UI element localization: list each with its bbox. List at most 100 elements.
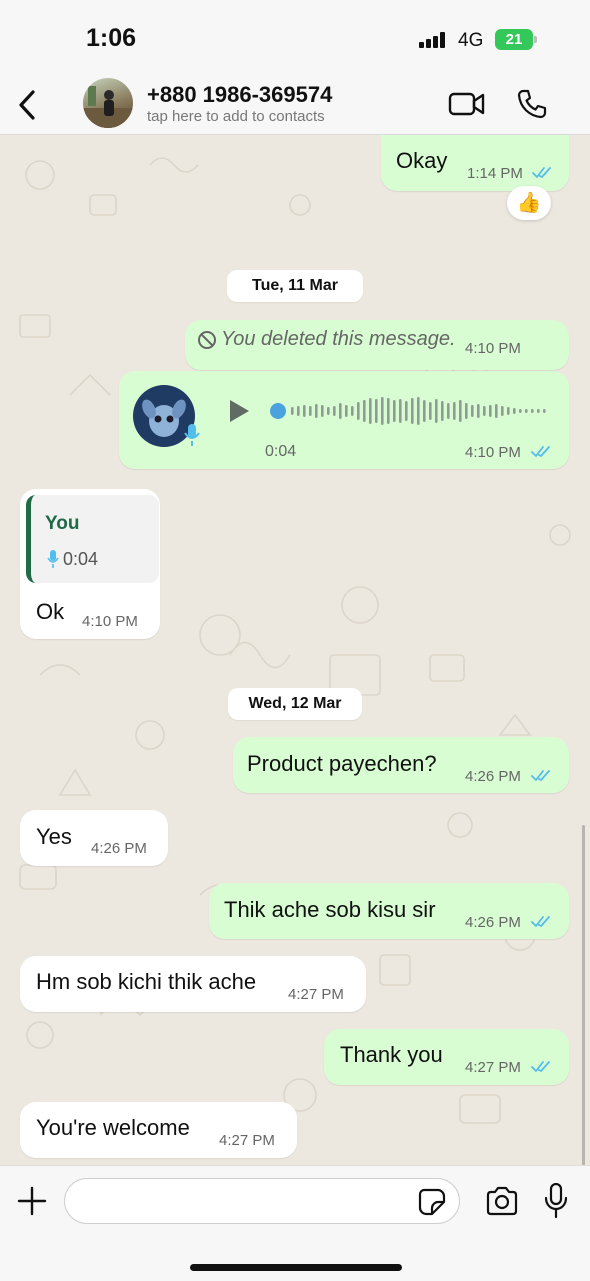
waveform-bar [339, 403, 342, 419]
message-composer [0, 1165, 590, 1281]
waveform-bar [495, 404, 498, 418]
voice-duration: 0:04 [265, 443, 297, 460]
contact-subtitle[interactable]: tap here to add to contacts [147, 108, 325, 125]
message-time: 4:26 PM [465, 768, 521, 785]
read-double-check-icon [531, 916, 550, 927]
waveform-bar [333, 406, 336, 416]
sticker-icon[interactable] [418, 1188, 446, 1216]
outgoing-message[interactable]: Thank you 4:27 PM [324, 1029, 569, 1085]
waveform-bar [327, 407, 330, 415]
message-input[interactable] [64, 1178, 460, 1224]
outgoing-message[interactable]: Thik ache sob kisu sir 4:26 PM [209, 883, 569, 939]
waveform-bar [357, 402, 360, 420]
message-text: Yes [36, 824, 72, 849]
waveform-bar [531, 409, 534, 413]
incoming-message[interactable]: Yes 4:26 PM [20, 810, 168, 866]
waveform-bar [381, 397, 384, 425]
waveform-bar [465, 403, 468, 419]
date-divider: Tue, 11 Mar [227, 270, 363, 302]
video-call-icon[interactable] [448, 90, 486, 118]
message-time: 1:14 PM [467, 165, 523, 182]
message-text: Ok [36, 599, 65, 624]
outgoing-message-okay[interactable]: Okay 1:14 PM [381, 135, 569, 191]
waveform-bar [405, 401, 408, 421]
waveform-bar [315, 404, 318, 418]
person-photo-icon [83, 86, 133, 128]
incoming-message[interactable]: You're welcome 4:27 PM [20, 1102, 297, 1158]
play-icon[interactable] [227, 399, 251, 423]
message-time: 4:27 PM [288, 986, 344, 1003]
home-indicator [190, 1264, 402, 1271]
waveform-bar [525, 409, 528, 413]
waveform-bar [543, 409, 546, 413]
message-time: 4:27 PM [465, 1059, 521, 1076]
message-text: You're welcome [36, 1115, 190, 1140]
waveform-bar [453, 402, 456, 420]
waveform-bar [435, 399, 438, 423]
mic-badge-icon [184, 424, 200, 446]
battery-level: 21 [505, 31, 523, 48]
date-divider: Wed, 12 Mar [228, 688, 362, 720]
waveform-bar [297, 406, 300, 416]
quote-author: You [45, 513, 80, 534]
incoming-message[interactable]: Hm sob kichi thik ache 4:27 PM [20, 956, 366, 1012]
waveform-bar [417, 397, 420, 425]
read-double-check-icon [532, 167, 551, 178]
waveform-bar [303, 405, 306, 417]
waveform-bar [519, 409, 522, 413]
waveform-bar [447, 403, 450, 419]
waveform-bar [399, 399, 402, 423]
read-double-check-icon [531, 446, 550, 457]
waveform-bar [291, 407, 294, 415]
waveform-bar [423, 400, 426, 422]
status-bar: 1:06 4G 21 [0, 0, 590, 76]
message-text: Thank you [340, 1042, 443, 1067]
thumbs-up-reaction[interactable]: 👍 [507, 186, 551, 220]
phone-call-icon[interactable] [516, 88, 548, 120]
message-text: Thik ache sob kisu sir [224, 897, 436, 922]
microphone-icon[interactable] [543, 1183, 569, 1219]
battery-icon: 21 [495, 29, 537, 50]
waveform-bar [393, 400, 396, 422]
deleted-text: You deleted this message. [221, 328, 456, 350]
read-double-check-icon [531, 1061, 550, 1072]
deleted-block-icon [198, 331, 216, 349]
deleted-message[interactable]: You deleted this message. 4:10 PM [185, 320, 569, 370]
quoted-voice-reply[interactable]: You 0:04 [26, 495, 159, 583]
network-type: 4G [458, 30, 484, 51]
chat-scrollbar[interactable] [582, 825, 585, 1165]
message-time: 4:10 PM [82, 613, 138, 630]
voice-message[interactable]: 0:04 4:10 PM [119, 371, 569, 469]
read-double-check-icon [531, 770, 550, 781]
waveform-bar [321, 405, 324, 417]
message-text: Hm sob kichi thik ache [36, 969, 257, 994]
camera-icon[interactable] [485, 1186, 519, 1216]
waveform-bar [351, 406, 354, 416]
contact-name[interactable]: +880 1986-369574 [147, 82, 332, 108]
waveform-bar [477, 404, 480, 418]
message-text: Okay [396, 148, 448, 173]
waveform-bar [513, 408, 516, 414]
waveform-bar [345, 405, 348, 417]
waveform-bar [507, 407, 510, 415]
waveform-bar [501, 406, 504, 416]
message-text: Product payechen? [247, 751, 437, 776]
waveform-bar [429, 402, 432, 420]
chat-header: +880 1986-369574 tap here to add to cont… [0, 76, 590, 135]
waveform-bar [375, 399, 378, 423]
waveform-bar [459, 400, 462, 422]
plus-icon[interactable] [17, 1186, 47, 1216]
contact-avatar[interactable] [83, 78, 133, 128]
waveform-bar [309, 406, 312, 416]
back-chevron-icon[interactable] [14, 88, 40, 122]
waveform-bar [369, 398, 372, 424]
incoming-reply-message[interactable]: You 0:04 Ok 4:10 PM [20, 489, 160, 639]
message-time: 4:27 PM [219, 1132, 275, 1149]
message-time: 4:26 PM [465, 914, 521, 931]
chat-area[interactable]: Okay 1:14 PM 👍 Tue, 11 Mar You deleted t… [0, 135, 590, 1165]
waveform[interactable] [269, 391, 549, 431]
outgoing-message[interactable]: Product payechen? 4:26 PM [233, 737, 569, 793]
quote-duration: 0:04 [63, 549, 99, 569]
waveform-bar [471, 405, 474, 417]
waveform-bar [411, 398, 414, 424]
